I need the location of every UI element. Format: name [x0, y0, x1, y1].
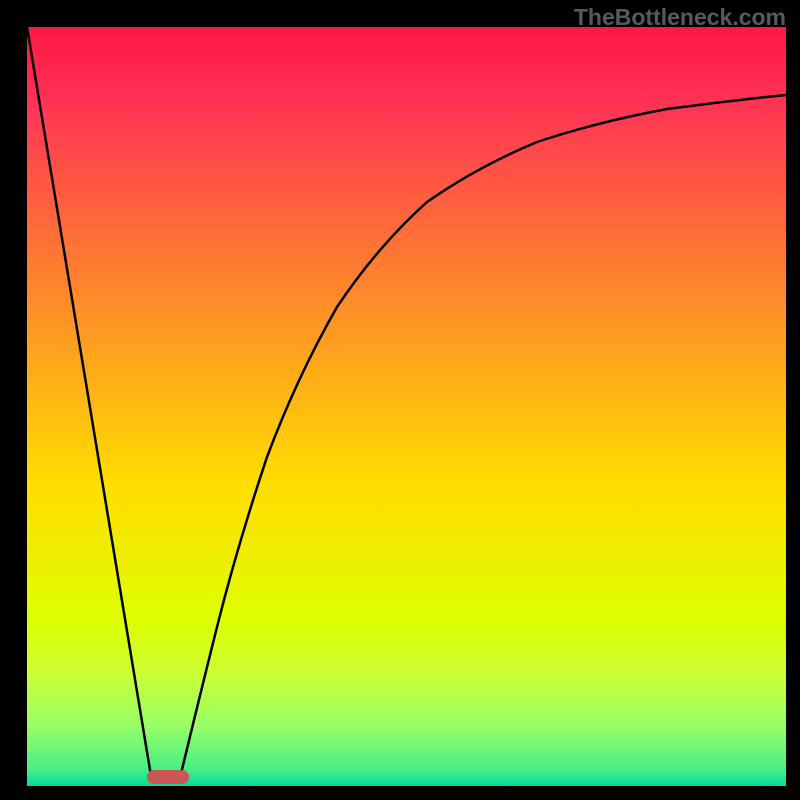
chart-border-bottom	[0, 786, 800, 800]
chart-border-right	[786, 0, 800, 800]
optimal-point-marker	[147, 770, 189, 784]
chart-border-left	[0, 0, 27, 800]
right-curve-path	[179, 95, 786, 782]
chart-curves	[27, 27, 786, 786]
left-line-path	[27, 27, 152, 782]
watermark-text: TheBottleneck.com	[574, 4, 786, 31]
